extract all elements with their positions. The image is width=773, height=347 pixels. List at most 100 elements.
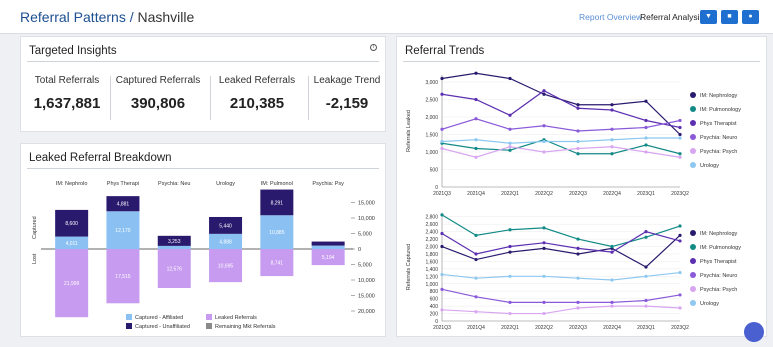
- captured-axis-label: Captured: [32, 216, 38, 239]
- x-tick-label: 2022Q4: [603, 325, 621, 331]
- series-point: [576, 139, 580, 144]
- series-point: [576, 276, 580, 280]
- legend-swatch: [206, 314, 212, 320]
- kpi-captured-referrals: Captured Referrals 390,806: [114, 75, 202, 112]
- series-point: [610, 250, 614, 254]
- export-button[interactable]: ■: [721, 10, 738, 24]
- series-point: [542, 274, 546, 278]
- divider: [110, 76, 111, 120]
- legend-label: IM: Nephrology: [700, 93, 738, 99]
- legend-marker: [690, 272, 696, 278]
- axis-tick-label: 1,000: [425, 282, 438, 288]
- series-point: [678, 239, 682, 243]
- series-point: [474, 295, 478, 299]
- legend-marker: [690, 92, 696, 98]
- divider: [27, 61, 379, 62]
- settings-button[interactable]: ●: [742, 10, 759, 24]
- bar-captured-unaffiliated: [311, 241, 345, 246]
- series-line: [441, 234, 681, 268]
- series-point: [542, 246, 546, 250]
- bar-value-label: 4,881: [117, 202, 130, 208]
- series-point: [440, 92, 444, 96]
- series-point: [610, 127, 614, 131]
- series-point: [576, 246, 580, 250]
- legend-label: Captured - Unaffiliated: [135, 324, 190, 330]
- legend-marker: [690, 162, 696, 168]
- legend-label: Phys Therapist: [700, 259, 737, 265]
- legend-swatch: [206, 323, 212, 329]
- legend-swatch: [126, 323, 132, 329]
- series-point: [542, 300, 546, 304]
- legend-label: Urology: [700, 301, 719, 307]
- series-point: [576, 306, 580, 310]
- series-point: [644, 125, 648, 130]
- legend-label: IM: Nephrology: [700, 231, 738, 237]
- series-point: [440, 76, 444, 81]
- series-point: [576, 152, 580, 156]
- series-point: [678, 125, 682, 130]
- series-point: [644, 298, 648, 303]
- series-point: [542, 89, 546, 93]
- top-bar: Referral Patterns / Nashville Report Ove…: [0, 0, 773, 34]
- legend-marker: [690, 230, 696, 236]
- targeted-insights-panel: Targeted Insights i Total Referrals 1,63…: [20, 36, 386, 132]
- bar-value-label: 8,291: [271, 200, 284, 206]
- x-tick-label: 2023Q2: [671, 325, 689, 331]
- series-point: [474, 155, 478, 159]
- series-point: [610, 103, 614, 107]
- x-tick-label: 2022Q2: [535, 325, 553, 331]
- series-point: [678, 152, 682, 156]
- kpi-label: Captured Referrals: [115, 75, 201, 86]
- legend-marker: [690, 120, 696, 126]
- category-label: IM: Pulmonol: [261, 181, 293, 187]
- x-tick-label: 2021Q3: [433, 191, 451, 197]
- series-point: [610, 108, 614, 112]
- series-point: [576, 103, 580, 107]
- series-point: [644, 150, 648, 154]
- report-overview-link[interactable]: Report Overview: [579, 12, 642, 22]
- legend-label: Urology: [700, 163, 719, 169]
- leaked-referral-breakdown-panel: Leaked Referral Breakdown 15,000 10,000 5,…: [20, 143, 386, 337]
- bar-value-label: 10,885: [269, 230, 285, 236]
- series-point: [644, 99, 648, 103]
- referral-analysis-link[interactable]: Referral Analysis: [640, 12, 704, 22]
- axis-tick-label: 2,400: [425, 230, 438, 236]
- series-point: [678, 270, 682, 275]
- legend-label: IM: Pulmonology: [700, 245, 741, 251]
- panel-title: Targeted Insights: [29, 45, 117, 57]
- legend-marker: [690, 244, 696, 250]
- axis-tick-label: 2,000: [425, 245, 438, 251]
- bar-value-label: 5,194: [322, 255, 335, 261]
- series-point: [576, 129, 580, 133]
- series-point: [440, 213, 444, 217]
- breakdown-chart: 15,000 10,000 5,000 0 5,000 10,000 15,000 20,00…: [32, 181, 375, 330]
- category-label: Phys Therapi: [107, 181, 139, 187]
- series-point: [508, 113, 512, 117]
- legend-marker: [690, 258, 696, 264]
- series-point: [610, 145, 614, 149]
- axis-tick-label: 600: [430, 297, 439, 303]
- filter-button[interactable]: ▼: [700, 10, 717, 24]
- axis-tick-label: 20,000: [358, 309, 375, 315]
- document-icon: ■: [727, 13, 732, 20]
- series-point: [576, 146, 580, 151]
- kpi-value: 210,385: [229, 95, 285, 112]
- series-point: [576, 106, 580, 110]
- series-point: [440, 244, 444, 249]
- series-point: [678, 132, 682, 137]
- x-tick-label: 2022Q4: [603, 191, 621, 197]
- series-point: [474, 97, 478, 102]
- page-title: Referral Patterns / Nashville: [20, 9, 195, 25]
- legend-label: Leaked Referrals: [215, 315, 257, 321]
- series-point: [610, 304, 614, 308]
- chat-button[interactable]: [744, 322, 764, 342]
- series-point: [474, 71, 478, 75]
- series-point: [508, 300, 512, 304]
- legend-label: Psychia: Neuro: [700, 135, 737, 141]
- series-point: [542, 92, 546, 96]
- legend-label: Psychia: Psych: [700, 287, 737, 293]
- series-point: [678, 136, 682, 140]
- series-point: [508, 141, 512, 145]
- info-icon[interactable]: i: [370, 44, 377, 51]
- divider: [308, 76, 309, 120]
